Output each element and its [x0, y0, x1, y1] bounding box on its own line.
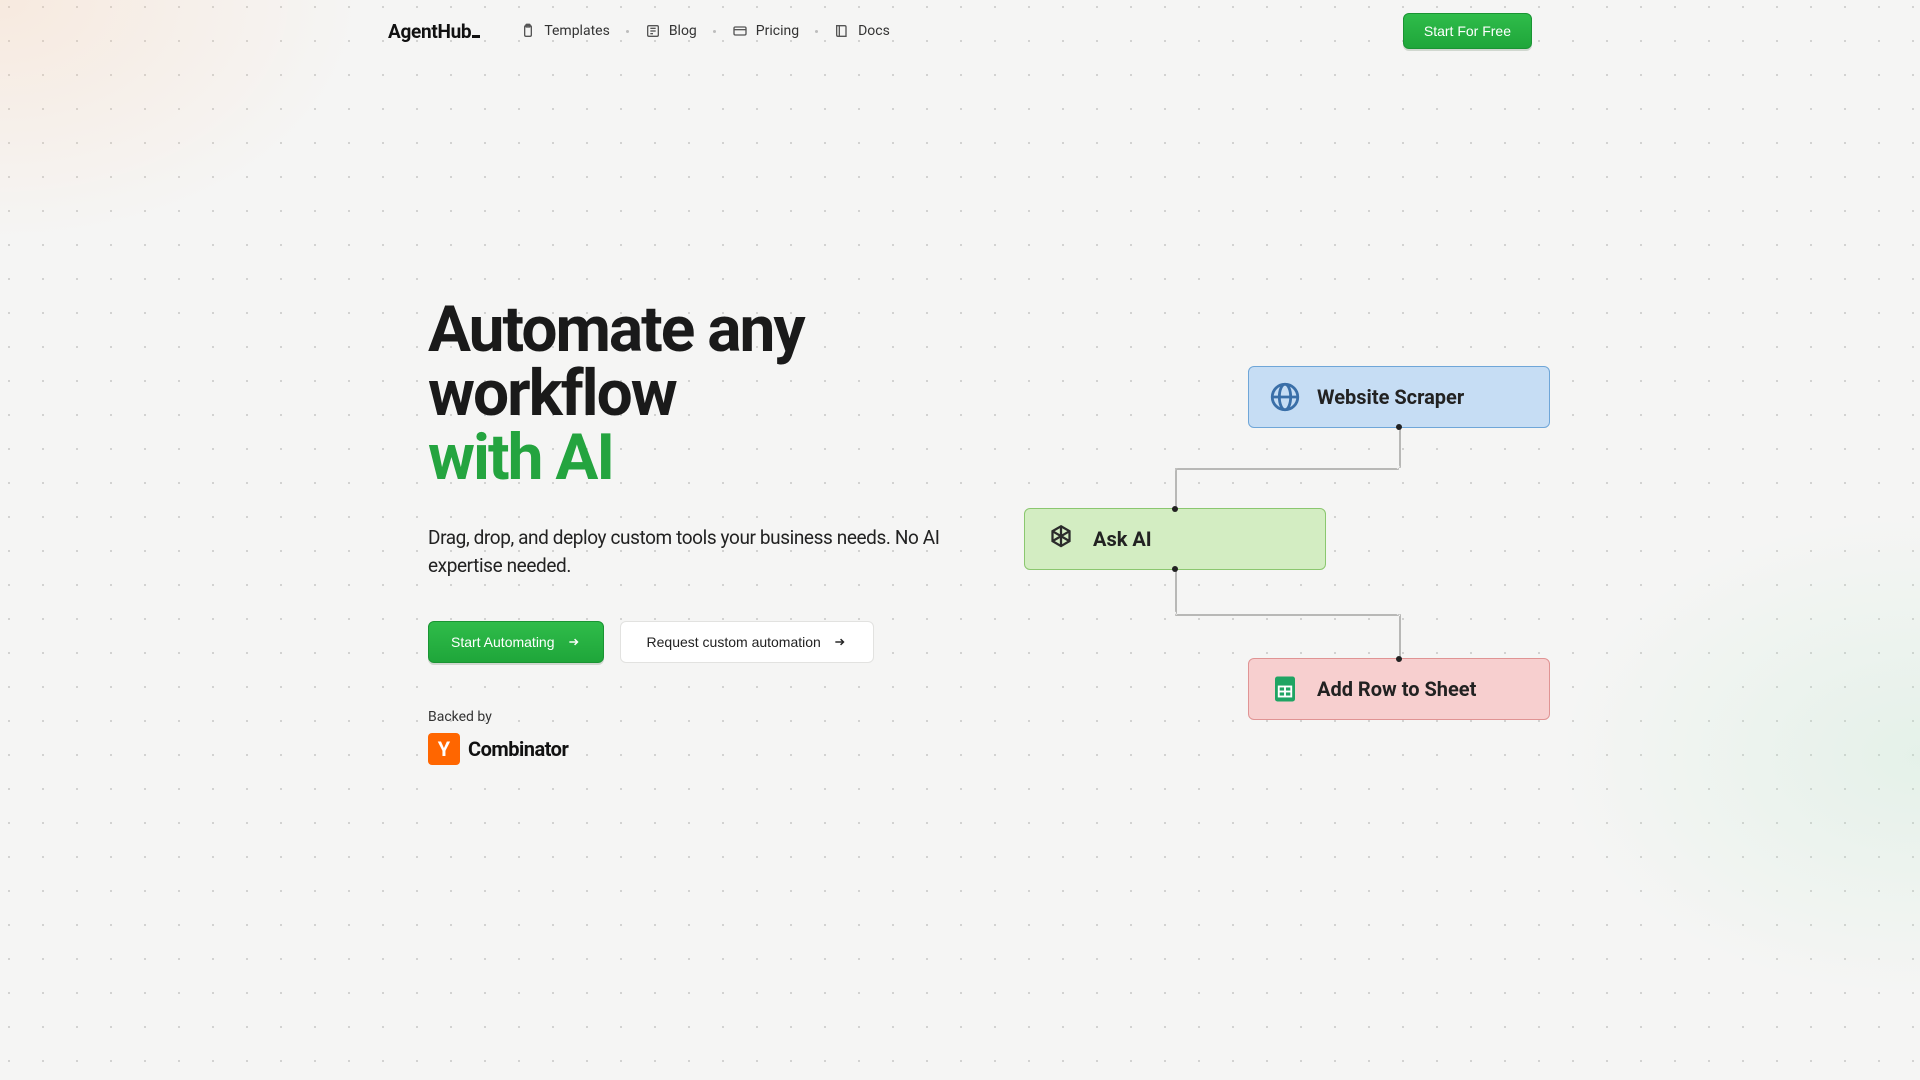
connector-line [1399, 614, 1401, 658]
yc-badge-icon: Y [428, 733, 460, 765]
cursor-icon [472, 35, 480, 38]
nav-label: Templates [544, 23, 610, 39]
sheets-icon [1267, 671, 1303, 707]
backed-label: Backed by [428, 709, 1028, 725]
node-ask-ai[interactable]: Ask AI [1024, 508, 1326, 570]
globe-icon [1267, 379, 1303, 415]
brand-logo[interactable]: AgentHub [388, 20, 480, 43]
brand-name: AgentHub [388, 20, 471, 43]
button-label: Start Automating [451, 634, 555, 650]
nav-separator [626, 30, 629, 33]
port-icon [1396, 424, 1402, 430]
nav-separator [815, 30, 818, 33]
hero-headline: Automate any workflow with AI [428, 298, 1028, 490]
nav-links: Templates Blog Pricing Docs [520, 23, 890, 39]
connector-line [1175, 570, 1177, 614]
nav-pricing[interactable]: Pricing [732, 23, 799, 39]
backed-by: Backed by Y Combinator [428, 709, 1028, 765]
arrow-right-icon [567, 635, 581, 649]
connector-line [1175, 468, 1177, 508]
hero: Automate any workflow with AI Drag, drop… [428, 298, 1028, 765]
node-label: Website Scraper [1317, 385, 1464, 409]
node-website-scraper[interactable]: Website Scraper [1248, 366, 1550, 428]
nav-separator [713, 30, 716, 33]
port-icon [1396, 656, 1402, 662]
nav-label: Blog [669, 23, 697, 39]
nav-docs[interactable]: Docs [834, 23, 890, 39]
newspaper-icon [645, 23, 661, 39]
port-icon [1172, 506, 1178, 512]
nav-label: Docs [858, 23, 890, 39]
port-icon [1172, 566, 1178, 572]
hero-buttons: Start Automating Request custom automati… [428, 621, 1028, 663]
book-icon [834, 23, 850, 39]
start-free-button[interactable]: Start For Free [1403, 13, 1532, 49]
connector-line [1175, 468, 1399, 470]
node-label: Add Row to Sheet [1317, 677, 1476, 701]
start-automating-button[interactable]: Start Automating [428, 621, 604, 663]
credit-card-icon [732, 23, 748, 39]
node-add-row[interactable]: Add Row to Sheet [1248, 658, 1550, 720]
nav-label: Pricing [756, 23, 799, 39]
request-custom-button[interactable]: Request custom automation [620, 621, 874, 663]
headline-plain: Automate any workflow [428, 292, 804, 431]
arrow-right-icon [833, 635, 847, 649]
clipboard-icon [520, 23, 536, 39]
button-label: Request custom automation [647, 634, 821, 650]
yc-logo: Y Combinator [428, 733, 1028, 765]
yc-name: Combinator [468, 737, 568, 761]
nav-blog[interactable]: Blog [645, 23, 697, 39]
hero-subtext: Drag, drop, and deploy custom tools your… [428, 524, 968, 579]
connector-line [1175, 614, 1399, 616]
headline-accent: with AI [428, 420, 613, 495]
openai-icon [1043, 521, 1079, 557]
top-nav: AgentHub Templates Blog Pricing Docs Sta… [0, 8, 1920, 54]
node-label: Ask AI [1093, 527, 1152, 551]
connector-line [1399, 428, 1401, 468]
nav-templates[interactable]: Templates [520, 23, 610, 39]
workflow-diagram: Website Scraper Ask AI Add Row to Sheet [1020, 366, 1580, 736]
